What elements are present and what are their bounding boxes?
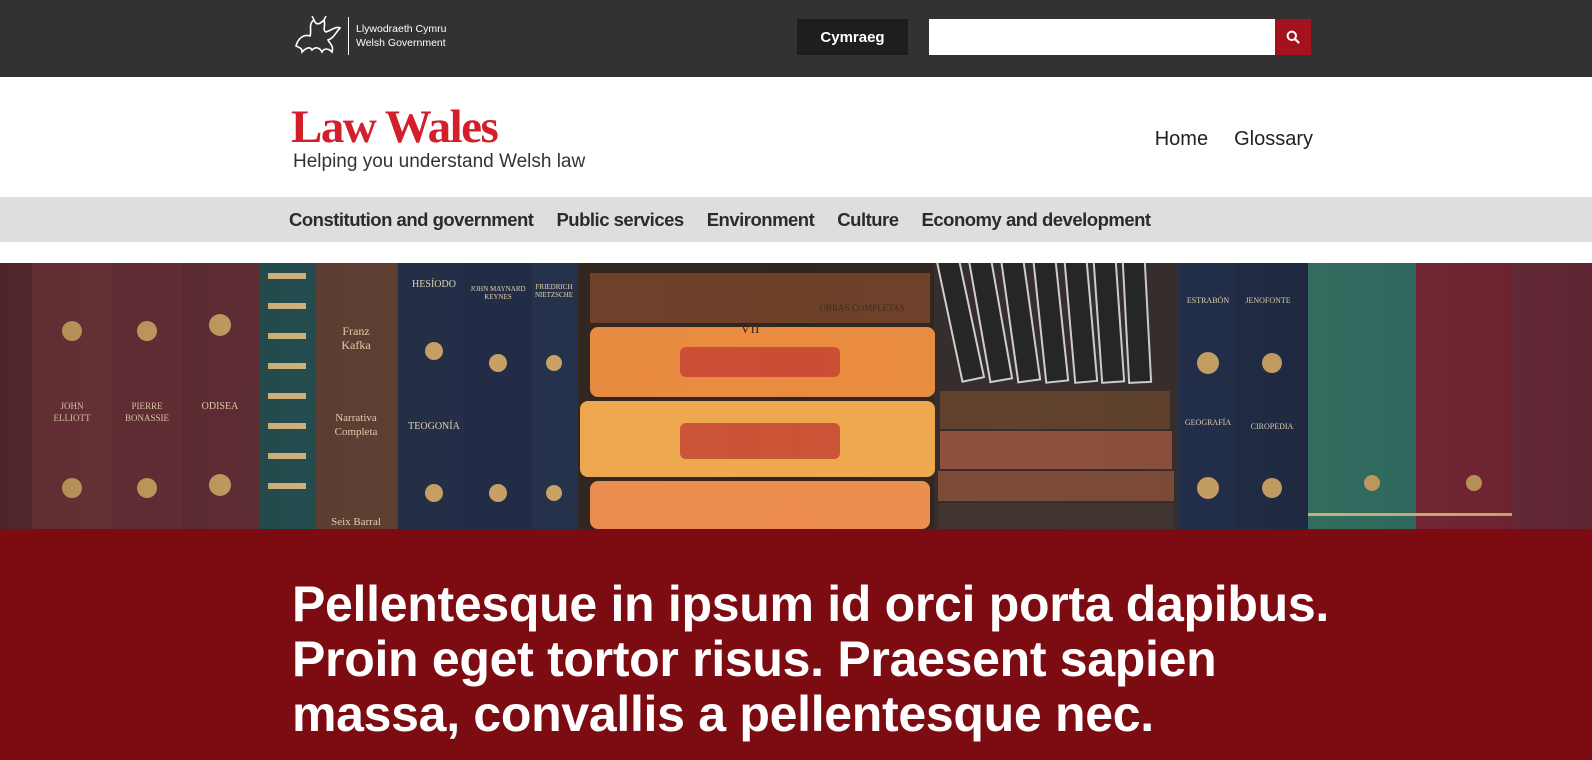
brand-tagline: Helping you understand Welsh law xyxy=(293,151,586,172)
site-header: Law Wales Helping you understand Welsh l… xyxy=(0,77,1592,197)
welsh-government-logo[interactable]: Llywodraeth Cymru Welsh Government xyxy=(292,16,446,56)
category-nav: Constitution and government Public servi… xyxy=(0,197,1592,242)
nav-item-environment[interactable]: Environment xyxy=(707,209,815,231)
law-wales-logo[interactable]: Law Wales Helping you understand Welsh l… xyxy=(291,101,586,173)
magnifier-icon xyxy=(1286,30,1300,44)
language-toggle-button[interactable]: Cymraeg xyxy=(797,19,908,55)
home-link[interactable]: Home xyxy=(1155,128,1208,151)
dragon-icon xyxy=(295,16,342,54)
brand-name: Law Wales xyxy=(291,101,499,153)
glossary-link[interactable]: Glossary xyxy=(1234,128,1313,151)
logo-text-welsh: Llywodraeth Cymru xyxy=(356,23,447,35)
government-bar: Llywodraeth Cymru Welsh Government Cymra… xyxy=(0,0,1592,77)
nav-item-public-services[interactable]: Public services xyxy=(556,209,684,231)
hero-banner: Pellentesque in ipsum id orci porta dapi… xyxy=(0,529,1592,760)
logo-text-english: Welsh Government xyxy=(356,37,446,49)
logo-divider xyxy=(348,17,349,55)
nav-item-culture[interactable]: Culture xyxy=(837,209,899,231)
search-button[interactable] xyxy=(1275,19,1311,55)
nav-item-constitution[interactable]: Constitution and government xyxy=(289,209,534,231)
hero-bookshelf-image: JOHN ELLIOTT PIERRE BONASSIE ODISEA Franz K… xyxy=(0,263,1592,529)
header-links: Home Glossary xyxy=(1155,128,1313,151)
search-input[interactable] xyxy=(929,19,1275,55)
logo-text: Llywodraeth Cymru Welsh Government xyxy=(356,22,446,50)
nav-item-economy[interactable]: Economy and development xyxy=(922,209,1152,231)
banner-heading: Pellentesque in ipsum id orci porta dapi… xyxy=(292,576,1329,742)
